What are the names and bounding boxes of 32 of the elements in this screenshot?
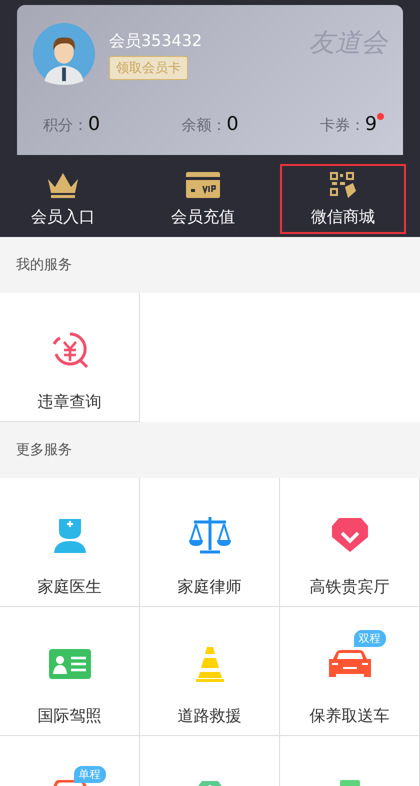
vip-card-icon: [185, 170, 221, 198]
trip-badge: 单程: [74, 766, 106, 783]
nav-tab[interactable]: 会员入口: [0, 164, 126, 234]
service-item[interactable]: 高铁贵宾厅: [280, 478, 420, 607]
service-item[interactable]: 双程 保养取送车: [280, 607, 420, 736]
stat-label: 余额：: [181, 116, 226, 135]
violation-icon: [50, 330, 90, 370]
stat-value[interactable]: 0: [226, 113, 239, 135]
qr-code-icon: [329, 170, 357, 198]
service-item[interactable]: 道路救援: [140, 607, 280, 736]
traffic-cone-icon: [194, 646, 224, 682]
service-item[interactable]: 违章查询: [0, 293, 140, 422]
stat-value[interactable]: 0: [88, 113, 100, 135]
scale-icon: [188, 516, 232, 554]
heart-diamond-icon: [330, 517, 368, 553]
stat-label: 积分：: [43, 116, 88, 135]
crown-icon: [46, 170, 80, 198]
license-card-icon: [48, 649, 90, 679]
section-title: 我的服务: [16, 256, 72, 274]
nav-tab[interactable]: 微信商城: [280, 164, 406, 234]
stat-value[interactable]: 9: [364, 113, 377, 135]
member-name: 会员353432: [109, 31, 204, 52]
service-item[interactable]: 家庭医生: [0, 478, 140, 607]
doctor-icon: [52, 517, 86, 553]
car-icon: [328, 649, 372, 679]
service-item[interactable]: 家庭律师: [140, 478, 280, 607]
avatar-icon: [33, 23, 95, 85]
section-title: 更多服务: [16, 441, 72, 459]
service-item[interactable]: 国际驾照: [0, 607, 140, 736]
trip-badge: 双程: [354, 630, 386, 647]
nav-tab[interactable]: 会员充值: [140, 164, 266, 234]
stat-label: 卡券：: [320, 116, 365, 135]
